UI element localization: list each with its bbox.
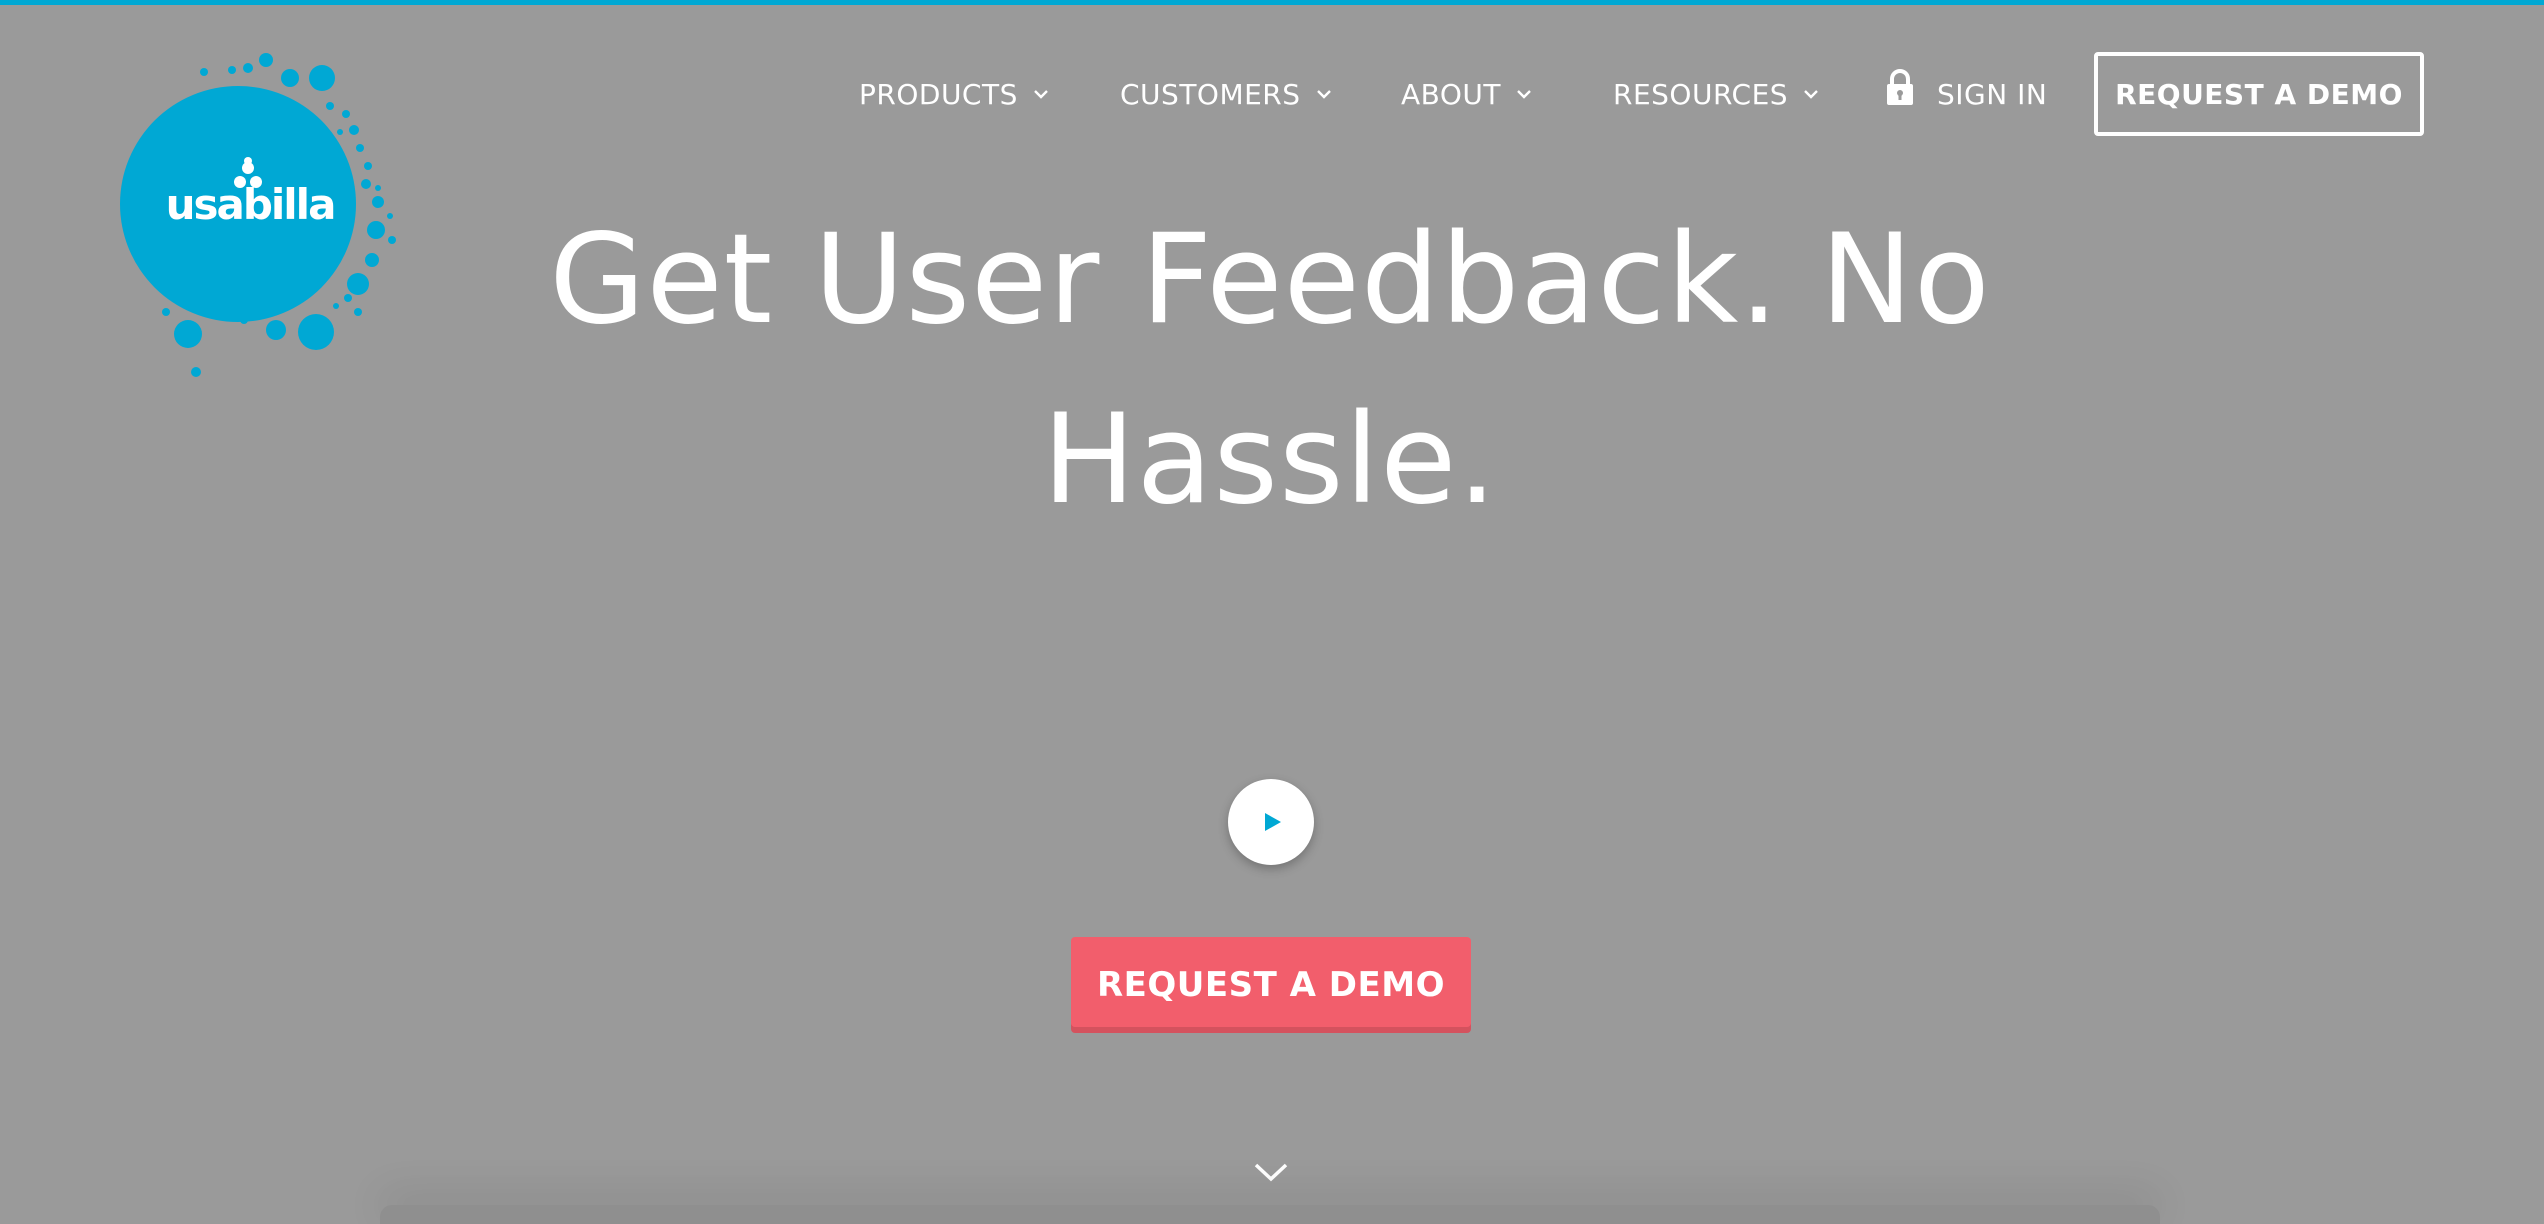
nav-item-resources[interactable]: RESOURCES [1613, 72, 1820, 116]
lock-icon [1885, 69, 1915, 107]
play-video-button[interactable] [1228, 779, 1314, 865]
nav-item-about[interactable]: ABOUT [1401, 72, 1533, 116]
hero-headline: Get User Feedback. No Hassle. [549, 208, 1991, 532]
chevron-down-icon [1802, 85, 1820, 103]
nav-item-products[interactable]: PRODUCTS [859, 72, 1050, 116]
nav-item-label: ABOUT [1401, 77, 1502, 111]
scroll-down-chevron-icon[interactable] [1253, 1160, 1289, 1184]
play-icon [1265, 813, 1281, 831]
nav-item-label: CUSTOMERS [1120, 77, 1301, 111]
sign-in-link[interactable]: SIGN IN [1885, 69, 2048, 116]
nav-item-customers[interactable]: CUSTOMERS [1120, 72, 1333, 116]
nav-item-label: PRODUCTS [859, 77, 1018, 111]
top-accent-strip [0, 0, 2544, 5]
chevron-down-icon [1315, 85, 1333, 103]
chevron-down-icon [1515, 85, 1533, 103]
logo-text: usabilla [165, 180, 337, 229]
main-nav: PRODUCTS CUSTOMERS ABOUT RESOURCES SIGN … [0, 52, 2544, 136]
sign-in-label: SIGN IN [1937, 77, 2048, 111]
nav-item-label: RESOURCES [1613, 77, 1789, 111]
request-demo-cta-button[interactable]: REQUEST A DEMO [1071, 937, 1471, 1033]
chevron-down-icon [1032, 85, 1050, 103]
content-panel-edge [380, 1205, 2160, 1224]
request-demo-nav-button[interactable]: REQUEST A DEMO [2094, 52, 2424, 136]
